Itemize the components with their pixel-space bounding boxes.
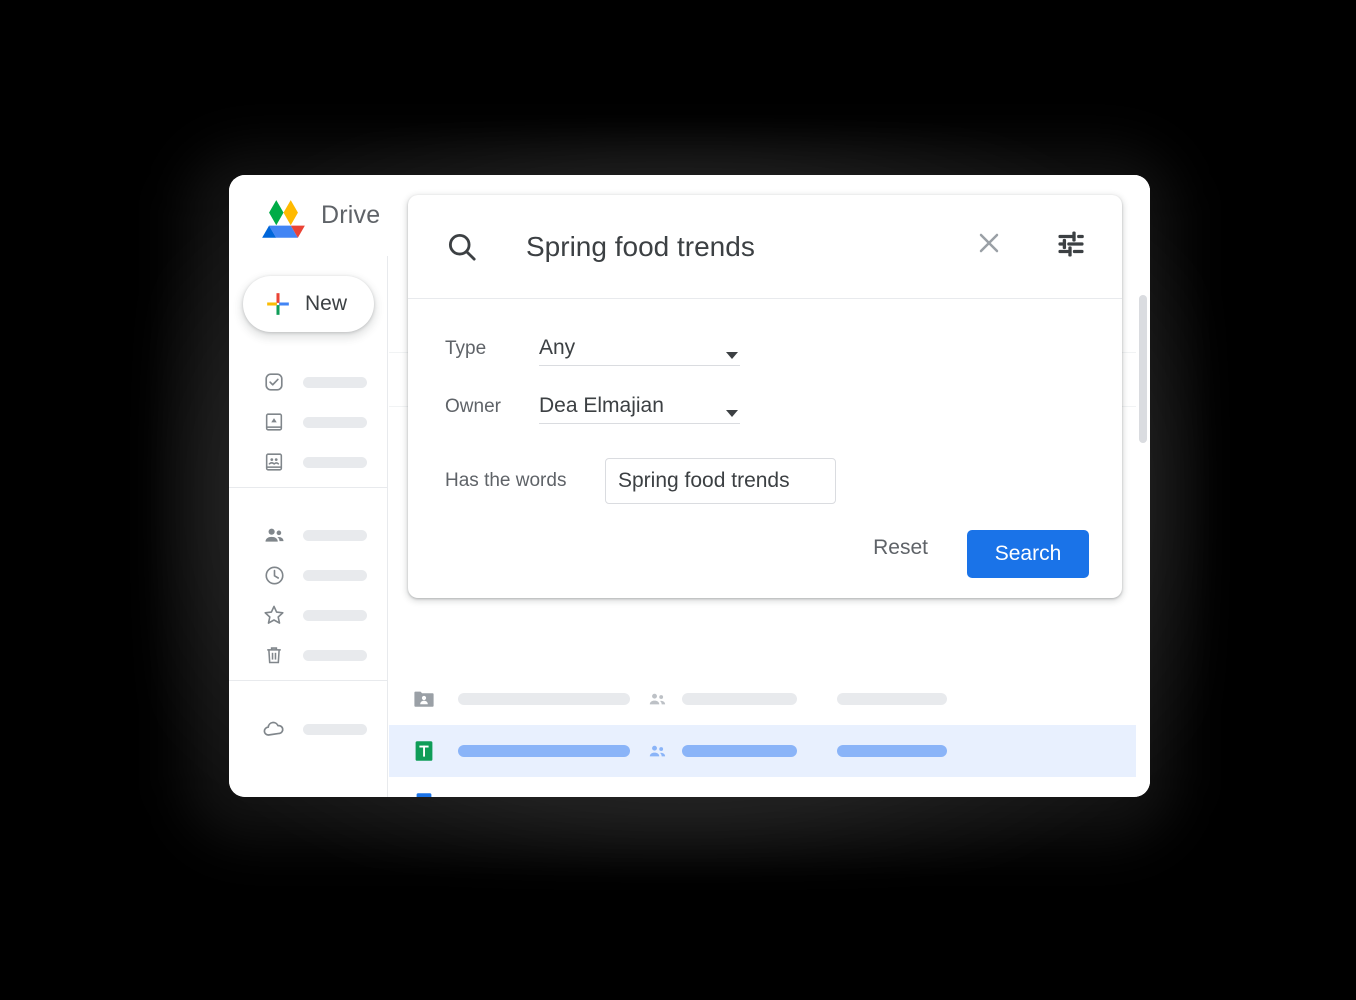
type-select[interactable]: Any xyxy=(539,330,740,366)
sidebar-item-recent[interactable] xyxy=(229,555,388,595)
owner-select[interactable]: Dea Elmajian xyxy=(539,388,740,424)
field-has-the-words-label: Has the words xyxy=(445,470,567,491)
sidebar-label-placeholder xyxy=(303,723,367,735)
google-sheets-icon xyxy=(411,738,437,764)
shared-with-me-people-icon xyxy=(262,523,286,547)
scrollbar-thumb[interactable] xyxy=(1139,295,1147,443)
file-modified-placeholder xyxy=(837,745,947,757)
sidebar-group-primary xyxy=(229,362,388,482)
sidebar: New xyxy=(229,256,388,797)
sidebar-item-trash[interactable] xyxy=(229,635,388,675)
reset-button[interactable]: Reset xyxy=(859,526,942,570)
new-button[interactable]: New xyxy=(243,276,374,332)
file-name-placeholder xyxy=(458,745,630,757)
sidebar-item-starred[interactable] xyxy=(229,595,388,635)
table-row[interactable] xyxy=(389,673,1150,725)
sidebar-label-placeholder xyxy=(303,376,367,388)
sidebar-item-shared-with-me[interactable] xyxy=(229,515,388,555)
sidebar-group-secondary xyxy=(229,515,388,675)
shared-folder-icon xyxy=(411,686,437,712)
sidebar-label-placeholder xyxy=(303,569,367,581)
field-owner: Owner Dea Elmajian xyxy=(445,388,740,424)
sidebar-group-storage xyxy=(229,709,388,749)
file-owner-placeholder xyxy=(682,745,797,757)
recent-clock-icon xyxy=(262,563,286,587)
people-icon xyxy=(647,689,668,710)
chevron-down-icon xyxy=(726,352,738,359)
sidebar-item-my-drive[interactable] xyxy=(229,402,388,442)
vertical-scrollbar[interactable] xyxy=(1136,175,1150,797)
table-row[interactable] xyxy=(389,777,1150,797)
search-button[interactable]: Search xyxy=(967,530,1089,578)
file-modified-placeholder xyxy=(837,693,947,705)
my-drive-icon xyxy=(262,410,286,434)
sidebar-item-priority[interactable] xyxy=(229,362,388,402)
file-name-placeholder xyxy=(458,693,630,705)
google-docs-icon xyxy=(411,790,437,797)
sidebar-label-placeholder xyxy=(303,649,367,661)
has-the-words-input[interactable]: Spring food trends xyxy=(605,458,836,504)
drive-logo-icon[interactable] xyxy=(261,199,306,239)
advanced-search-dialog: Spring food trends Type Any Owner Dea El… xyxy=(408,195,1122,598)
field-type-label: Type xyxy=(445,338,487,359)
search-bar: Spring food trends xyxy=(408,195,1122,299)
people-icon xyxy=(647,741,668,762)
owner-select-value: Dea Elmajian xyxy=(539,393,664,417)
new-button-label: New xyxy=(305,292,348,315)
sidebar-label-placeholder xyxy=(303,456,367,468)
search-input[interactable]: Spring food trends xyxy=(526,231,755,263)
plus-icon xyxy=(265,291,291,317)
sidebar-divider-1 xyxy=(229,487,388,488)
sidebar-label-placeholder xyxy=(303,416,367,428)
storage-cloud-icon xyxy=(262,717,286,741)
trash-bin-icon xyxy=(262,643,286,667)
sidebar-label-placeholder xyxy=(303,529,367,541)
app-name: Drive xyxy=(321,201,381,229)
chevron-down-icon xyxy=(726,410,738,417)
field-type: Type Any xyxy=(445,330,740,366)
screenshot-stage: Drive New Spring food trends Type Any Ow… xyxy=(0,0,1356,1000)
shared-drives-icon xyxy=(262,450,286,474)
sidebar-item-shared-drives[interactable] xyxy=(229,442,388,482)
sidebar-divider-2 xyxy=(229,680,388,681)
close-icon[interactable] xyxy=(974,228,1004,258)
field-has-the-words: Has the words Spring food trends xyxy=(445,458,836,504)
field-owner-label: Owner xyxy=(445,396,501,417)
type-select-value: Any xyxy=(539,335,576,359)
tune-icon[interactable] xyxy=(1055,228,1087,260)
priority-check-icon xyxy=(262,370,286,394)
people-icon xyxy=(541,793,562,798)
sidebar-label-placeholder xyxy=(303,609,367,621)
table-row[interactable] xyxy=(389,725,1150,777)
file-owner-placeholder xyxy=(682,693,797,705)
search-icon[interactable] xyxy=(445,230,479,264)
sidebar-item-storage[interactable] xyxy=(229,709,388,749)
starred-star-icon xyxy=(262,603,286,627)
